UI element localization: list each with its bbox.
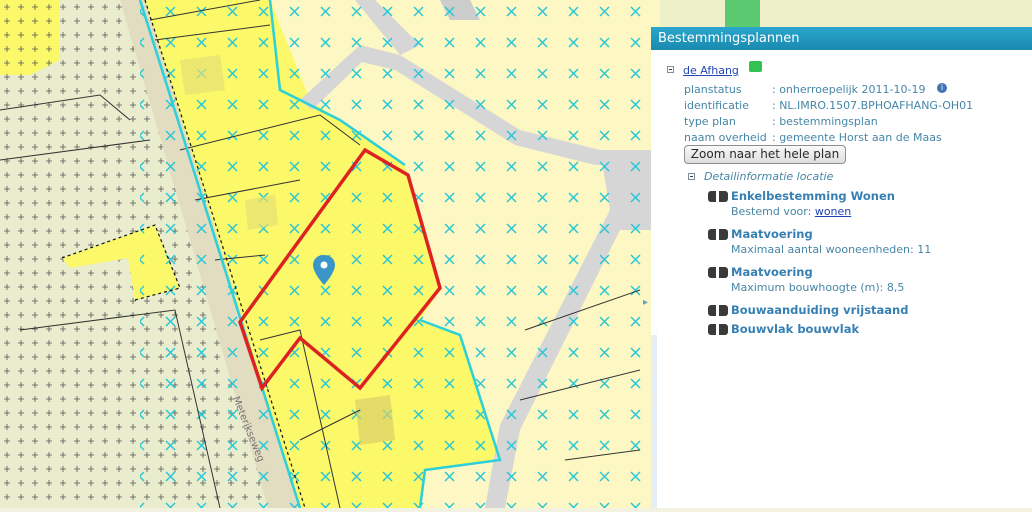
collapse-arrow-icon[interactable]: ▸ [643,297,651,309]
detail-collapse-icon[interactable] [688,173,695,180]
binoculars-icon [708,324,728,335]
detail-line: Maximum bouwhoogte (m): 8,5 [731,281,905,294]
wonen-link[interactable]: wonen [815,205,851,218]
lock-icon [749,61,762,72]
plan-link[interactable]: de Afhang [683,64,739,77]
binoculars-icon [708,191,728,202]
detail-line: Maximaal aantal wooneenheden: 11 [731,243,932,256]
detail-title: Bouwvlak bouwvlak [731,322,860,335]
detail-title: Maatvoering [731,227,813,241]
detail-title: Maatvoering [731,265,813,279]
zoom-to-plan-button[interactable]: Zoom naar het hele plan [684,145,846,164]
panel-title: Bestemmingsplannen [651,27,1032,50]
info-icon[interactable]: i [937,83,947,93]
detail-header: Detailinformatie locatie [704,170,834,183]
detail-title: Bouwaanduiding vrijstaand [731,303,909,317]
detail-line: Bestemd voor: wonen [731,205,852,218]
binoculars-icon [708,229,728,240]
binoculars-icon [708,267,728,278]
tree-collapse-icon[interactable] [667,66,674,73]
detail-title: Enkelbestemming Wonen [731,189,895,203]
panel-body: de Afhang planstatus: onherroepelijk 201… [651,50,996,335]
binoculars-icon [708,305,728,316]
bestemmingsplannen-panel: ▸ Bestemmingsplannen de Afhang planstatu… [643,27,1032,508]
